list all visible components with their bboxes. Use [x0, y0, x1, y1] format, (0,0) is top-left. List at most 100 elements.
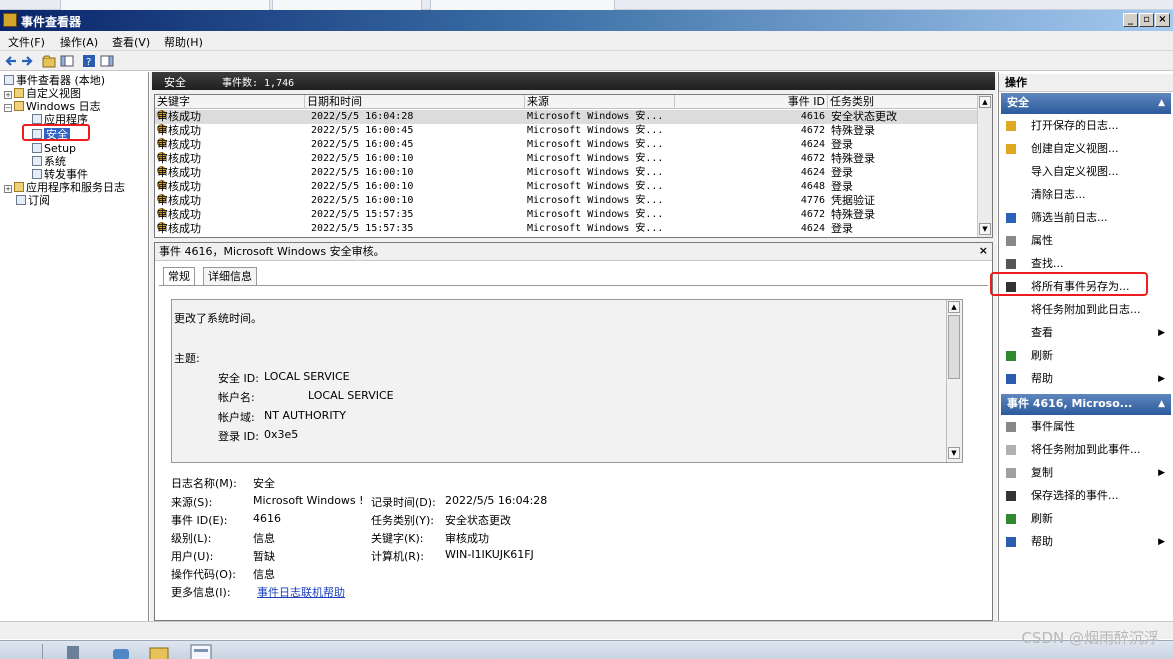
prop-value: 信息 — [253, 568, 275, 581]
close-icon[interactable]: × — [979, 244, 988, 257]
action-open-saved-log[interactable]: 打开保存的日志... — [1001, 115, 1171, 138]
action-properties[interactable]: 属性 — [1001, 230, 1171, 253]
scroll-down-icon[interactable]: ▼ — [948, 447, 960, 459]
table-row[interactable]: 审核成功 2022/5/5 16:00:10 Microsoft Windows 安… — [155, 152, 979, 166]
action-label: 帮助 — [1031, 372, 1053, 385]
show-hide-action-pane-icon[interactable] — [100, 54, 114, 68]
minimize-button[interactable]: _ — [1123, 13, 1138, 27]
list-scrollbar[interactable]: ▲ ▼ — [977, 95, 992, 237]
column-keyword[interactable]: 关键字 — [155, 95, 305, 109]
action-copy[interactable]: 复制 ▶ — [1001, 462, 1171, 485]
source-cell: Microsoft Windows 安... — [527, 153, 664, 164]
scroll-up-icon[interactable]: ▲ — [979, 96, 991, 108]
event-viewer-task-icon[interactable] — [190, 644, 212, 659]
task-category-cell: 登录 — [831, 180, 853, 193]
column-datetime[interactable]: 日期和时间 — [305, 95, 525, 109]
message-scrollbar[interactable]: ▲ ▼ — [946, 300, 962, 462]
action-help[interactable]: 帮助 ▶ — [1001, 368, 1171, 391]
tree-item-app-service-logs[interactable]: + 应用程序和服务日志 — [4, 181, 125, 194]
action-create-custom-view[interactable]: 创建自定义视图... — [1001, 138, 1171, 161]
table-row[interactable]: 审核成功 2022/5/5 16:00:10 Microsoft Windows 安… — [155, 166, 979, 180]
up-folder-icon[interactable] — [42, 54, 56, 68]
tree-item-custom-views[interactable]: + 自定义视图 — [4, 87, 81, 100]
table-row[interactable]: 审核成功 2022/5/5 16:00:45 Microsoft Windows 安… — [155, 124, 979, 138]
tree-item-subscriptions[interactable]: 订阅 — [16, 194, 50, 207]
tab-details[interactable]: 详细信息 — [203, 267, 257, 285]
table-row[interactable]: 审核成功 2022/5/5 16:00:10 Microsoft Windows 安… — [155, 194, 979, 208]
column-source[interactable]: 来源 — [525, 95, 675, 109]
list-header: 关键字 日期和时间 来源 事件 ID 任务类别 — [155, 95, 979, 109]
datetime-cell: 2022/5/5 16:04:28 — [311, 111, 414, 122]
tree-label: 事件查看器 (本地) — [16, 74, 106, 87]
help-icon — [1006, 537, 1016, 547]
task-category-cell: 安全状态更改 — [831, 110, 897, 123]
action-help[interactable]: 帮助 ▶ — [1001, 531, 1171, 554]
action-refresh[interactable]: 刷新 — [1001, 345, 1171, 368]
action-group-security[interactable]: 安全 ▲ — [1001, 93, 1171, 114]
prop-key: 级别(L): — [171, 532, 212, 545]
tree-item-windows-logs[interactable]: − Windows 日志 — [4, 100, 101, 113]
keyword-text: 审核成功 — [157, 124, 201, 137]
action-event-properties[interactable]: 事件属性 — [1001, 416, 1171, 439]
action-import-custom-view[interactable]: 导入自定义视图... — [1001, 161, 1171, 184]
action-clear-log[interactable]: 清除日志... — [1001, 184, 1171, 207]
collapse-icon[interactable]: − — [4, 104, 12, 112]
expand-icon[interactable]: + — [4, 185, 12, 193]
table-row[interactable]: 审核成功 2022/5/5 15:57:35 Microsoft Windows 安… — [155, 222, 979, 236]
action-label: 帮助 — [1031, 535, 1053, 548]
watermark: CSDN @烟雨醉沉浮 — [1021, 629, 1159, 647]
action-filter-current-log[interactable]: 筛选当前日志... — [1001, 207, 1171, 230]
save-selected-events-icon — [1006, 491, 1016, 501]
help-icon[interactable]: ? — [82, 54, 96, 68]
column-event-id[interactable]: 事件 ID — [675, 95, 828, 109]
event-message: 更改了系统时间。 主题: 安全 ID: LOCAL SERVICE 帐户名: L… — [171, 299, 963, 463]
action-attach-task-to-log[interactable]: 将任务附加到此日志... — [1001, 299, 1171, 322]
collapse-icon[interactable]: ▲ — [1158, 93, 1165, 113]
action-save-selected-events[interactable]: 保存选择的事件... — [1001, 485, 1171, 508]
show-hide-tree-icon[interactable] — [60, 54, 74, 68]
explorer-icon[interactable] — [148, 644, 170, 659]
expand-icon[interactable]: + — [4, 91, 12, 99]
collapse-icon[interactable]: ▲ — [1158, 394, 1165, 414]
action-view[interactable]: 查看 ▶ — [1001, 322, 1171, 345]
partial-tab[interactable] — [60, 0, 270, 10]
back-icon[interactable] — [4, 54, 18, 68]
task-category-cell: 特殊登录 — [831, 208, 875, 221]
tab-general[interactable]: 常规 — [163, 267, 195, 286]
prop-key: 更多信息(I): — [171, 586, 231, 599]
scroll-thumb[interactable] — [948, 315, 960, 379]
partial-tab[interactable] — [430, 0, 615, 10]
find-icon — [1006, 259, 1016, 269]
powershell-icon[interactable] — [110, 644, 132, 659]
restore-button[interactable]: ▫ — [1139, 13, 1154, 27]
tree-item-forwarded-events[interactable]: 转发事件 — [32, 168, 88, 181]
table-row[interactable]: 审核成功 2022/5/5 15:57:35 Microsoft Windows 安… — [155, 208, 979, 222]
svg-text:?: ? — [86, 57, 91, 68]
scroll-down-icon[interactable]: ▼ — [979, 223, 991, 235]
table-row[interactable]: 审核成功 2022/5/5 16:00:45 Microsoft Windows 安… — [155, 138, 979, 152]
action-refresh[interactable]: 刷新 — [1001, 508, 1171, 531]
message-line: 更改了系统时间。 — [174, 312, 262, 325]
datetime-cell: 2022/5/5 16:00:10 — [311, 153, 414, 164]
menu-action[interactable]: 操作(A) — [60, 34, 98, 50]
close-button[interactable]: × — [1155, 13, 1170, 27]
tree-root[interactable]: 事件查看器 (本地) — [4, 74, 105, 87]
forward-icon[interactable] — [20, 54, 34, 68]
center-pane: 安全 事件数: 1,746 关键字 日期和时间 来源 事件 ID 任务类别 审核… — [150, 72, 997, 621]
table-row[interactable]: 审核成功 2022/5/5 16:00:10 Microsoft Windows 安… — [155, 180, 979, 194]
event-viewer-icon — [3, 13, 17, 27]
tree-item-setup[interactable]: Setup — [32, 142, 76, 155]
partial-tab[interactable] — [272, 0, 422, 10]
action-group-event[interactable]: 事件 4616, Microso... ▲ — [1001, 394, 1171, 415]
prop-value: Microsoft Windows ! — [253, 494, 364, 507]
tree-item-system[interactable]: 系统 — [32, 155, 66, 168]
server-manager-icon[interactable] — [62, 644, 84, 659]
online-help-link[interactable]: 事件日志联机帮助 — [257, 584, 345, 600]
table-row[interactable]: 审核成功 2022/5/5 16:04:28 Microsoft Windows 安… — [155, 110, 979, 124]
scroll-up-icon[interactable]: ▲ — [948, 301, 960, 313]
menu-view[interactable]: 查看(V) — [112, 34, 150, 50]
menu-help[interactable]: 帮助(H) — [164, 34, 203, 50]
menu-file[interactable]: 文件(F) — [8, 34, 45, 50]
action-attach-task-to-event[interactable]: 将任务附加到此事件... — [1001, 439, 1171, 462]
column-task-category[interactable]: 任务类别 — [828, 95, 979, 109]
